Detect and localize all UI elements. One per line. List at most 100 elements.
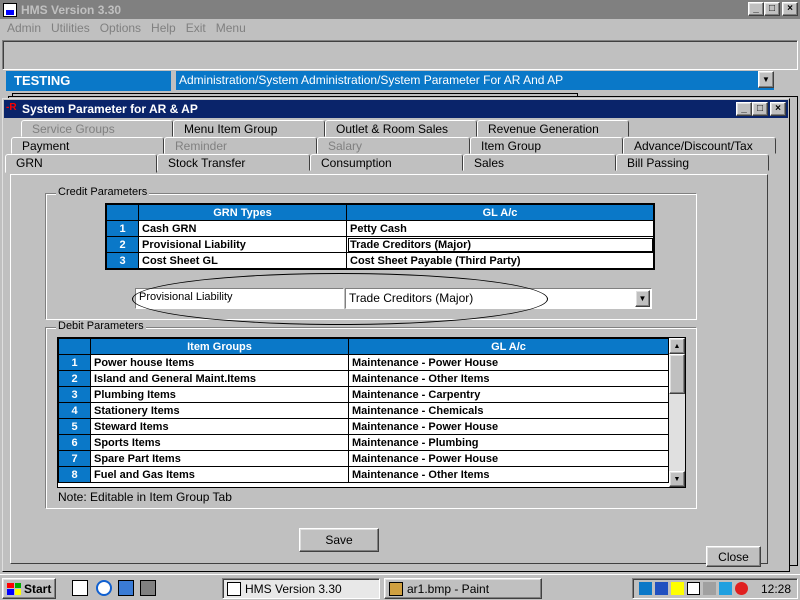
menu-utilities[interactable]: Utilities: [46, 21, 95, 35]
gl-ac-cell[interactable]: Maintenance - Other Items: [348, 466, 669, 483]
paint-icon: [389, 581, 403, 596]
tab-salary[interactable]: Salary: [317, 137, 470, 154]
tab-stock-transfer[interactable]: Stock Transfer: [157, 154, 310, 171]
table-row[interactable]: 3 Plumbing Items Maintenance - Carpentry: [58, 386, 669, 403]
grn-type-cell[interactable]: Provisional Liability: [138, 236, 347, 253]
gl-ac-cell[interactable]: Maintenance - Chemicals: [348, 402, 669, 419]
app-title-bar[interactable]: HMS Version 3.30 _ □ ×: [0, 0, 800, 19]
tab-payment[interactable]: Payment: [11, 137, 164, 154]
tab-sales[interactable]: Sales: [463, 154, 616, 171]
menu-help[interactable]: Help: [146, 21, 181, 35]
gl-ac-combo-value: Trade Creditors (Major): [349, 291, 474, 305]
row-number: 3: [58, 386, 91, 403]
network-icon[interactable]: [140, 580, 156, 596]
browser-icon[interactable]: [96, 580, 112, 596]
grn-type-cell[interactable]: Cost Sheet GL: [138, 252, 347, 269]
maximize-button[interactable]: □: [764, 2, 780, 16]
navigation-path-combo[interactable]: Administration/System Administration/Sys…: [176, 71, 774, 90]
credit-parameters-label: Credit Parameters: [56, 186, 150, 198]
minimize-button[interactable]: _: [748, 2, 764, 16]
credit-grid[interactable]: GRN Types GL A/c 1 Cash GRN Petty Cash 2…: [105, 203, 655, 270]
debit-grid[interactable]: Item Groups GL A/c 1 Power house Items Mai…: [57, 337, 686, 488]
taskbar: Start HMS Version 3.30 ar1.bmp - Paint 1…: [0, 574, 800, 600]
gl-ac-cell[interactable]: Trade Creditors (Major): [346, 236, 654, 253]
volume-icon[interactable]: [687, 582, 700, 595]
desktop-icon[interactable]: [72, 580, 88, 596]
row-number: 2: [106, 236, 139, 253]
tab-advance-discount-tax[interactable]: Advance/Discount/Tax: [623, 137, 776, 154]
tab-consumption[interactable]: Consumption: [310, 154, 463, 171]
item-group-cell[interactable]: Stationery Items: [90, 402, 349, 419]
task-paint-label: ar1.bmp - Paint: [407, 581, 490, 596]
tab-item-group[interactable]: Item Group: [470, 137, 623, 154]
channels-icon[interactable]: [118, 580, 134, 596]
debit-grid-scrollbar[interactable]: ▲ ▼: [669, 338, 685, 487]
start-button[interactable]: Start: [2, 578, 56, 599]
tab-revenue-generation[interactable]: Revenue Generation: [477, 120, 629, 137]
table-row[interactable]: 2 Provisional Liability Trade Creditors …: [106, 236, 654, 253]
menu-admin[interactable]: Admin: [2, 21, 46, 35]
system-tray: 12:28: [632, 578, 798, 599]
chevron-down-icon[interactable]: ▼: [635, 290, 650, 307]
tray-icon[interactable]: [639, 582, 652, 595]
table-row[interactable]: 4 Stationery Items Maintenance - Chemicals: [58, 402, 669, 419]
tray-icon[interactable]: [703, 582, 716, 595]
tray-icon[interactable]: [655, 582, 668, 595]
gl-ac-cell[interactable]: Maintenance - Power House: [348, 450, 669, 467]
table-row[interactable]: 3 Cost Sheet GL Cost Sheet Payable (Thir…: [106, 252, 654, 269]
gl-ac-cell[interactable]: Maintenance - Plumbing: [348, 434, 669, 451]
gl-ac-cell[interactable]: Maintenance - Other Items: [348, 370, 669, 387]
table-row[interactable]: 5 Steward Items Maintenance - Power House: [58, 418, 669, 435]
task-hms[interactable]: HMS Version 3.30: [222, 578, 380, 599]
tab-reminder[interactable]: Reminder: [164, 137, 317, 154]
gl-ac-cell[interactable]: Cost Sheet Payable (Third Party): [346, 252, 654, 269]
table-row[interactable]: 1 Power house Items Maintenance - Power Ho…: [58, 354, 669, 371]
menu-menu[interactable]: Menu: [211, 21, 251, 35]
table-row[interactable]: 2 Island and General Maint.Items Maintenan…: [58, 370, 669, 387]
save-button[interactable]: Save: [299, 528, 379, 552]
item-group-cell[interactable]: Steward Items: [90, 418, 349, 435]
menu-exit[interactable]: Exit: [181, 21, 211, 35]
item-group-cell[interactable]: Sports Items: [90, 434, 349, 451]
tab-menu-item-group[interactable]: Menu Item Group: [173, 120, 325, 137]
gl-ac-cell[interactable]: Maintenance - Carpentry: [348, 386, 669, 403]
item-group-cell[interactable]: Power house Items: [90, 354, 349, 371]
company-label: TESTING: [6, 71, 171, 91]
table-row[interactable]: 7 Spare Part Items Maintenance - Power Hou…: [58, 450, 669, 467]
tray-icon[interactable]: [735, 582, 748, 595]
grn-type-cell[interactable]: Cash GRN: [138, 220, 347, 237]
tab-service-groups[interactable]: Service Groups: [21, 120, 173, 137]
toolbar-area: [2, 40, 798, 70]
gl-ac-cell[interactable]: Maintenance - Power House: [348, 354, 669, 371]
navigation-path: Administration/System Administration/Sys…: [179, 73, 564, 87]
child-title-bar[interactable]: -R System Parameter for AR & AP _ □ ×: [4, 100, 788, 118]
minimize-button[interactable]: _: [736, 102, 752, 116]
tab-bill-passing[interactable]: Bill Passing: [616, 154, 769, 171]
close-button[interactable]: ×: [782, 2, 798, 16]
close-window-button[interactable]: Close: [706, 546, 761, 567]
table-row[interactable]: 6 Sports Items Maintenance - Plumbing: [58, 434, 669, 451]
table-row[interactable]: 8 Fuel and Gas Items Maintenance - Other I…: [58, 466, 669, 483]
tray-icon[interactable]: [719, 582, 732, 595]
task-paint[interactable]: ar1.bmp - Paint: [384, 578, 542, 599]
item-group-cell[interactable]: Plumbing Items: [90, 386, 349, 403]
tray-icon[interactable]: [671, 582, 684, 595]
chevron-down-icon[interactable]: ▼: [758, 71, 774, 88]
maximize-button[interactable]: □: [752, 102, 768, 116]
tab-outlet-room-sales[interactable]: Outlet & Room Sales: [325, 120, 477, 137]
gl-ac-cell[interactable]: Maintenance - Power House: [348, 418, 669, 435]
menu-options[interactable]: Options: [95, 21, 146, 35]
scroll-down-icon[interactable]: ▼: [669, 471, 685, 487]
gl-ac-combo[interactable]: Trade Creditors (Major) ▼: [345, 288, 652, 309]
table-row[interactable]: 1 Cash GRN Petty Cash: [106, 220, 654, 237]
scroll-thumb[interactable]: [669, 354, 685, 394]
tab-grn[interactable]: GRN: [5, 154, 157, 173]
app-icon: [3, 2, 17, 17]
item-group-cell[interactable]: Spare Part Items: [90, 450, 349, 467]
gl-ac-cell[interactable]: Petty Cash: [346, 220, 654, 237]
close-button[interactable]: ×: [770, 102, 786, 116]
item-group-cell[interactable]: Fuel and Gas Items: [90, 466, 349, 483]
scroll-up-icon[interactable]: ▲: [669, 338, 685, 354]
item-group-cell[interactable]: Island and General Maint.Items: [90, 370, 349, 387]
grn-type-field[interactable]: Provisional Liability: [135, 288, 344, 309]
